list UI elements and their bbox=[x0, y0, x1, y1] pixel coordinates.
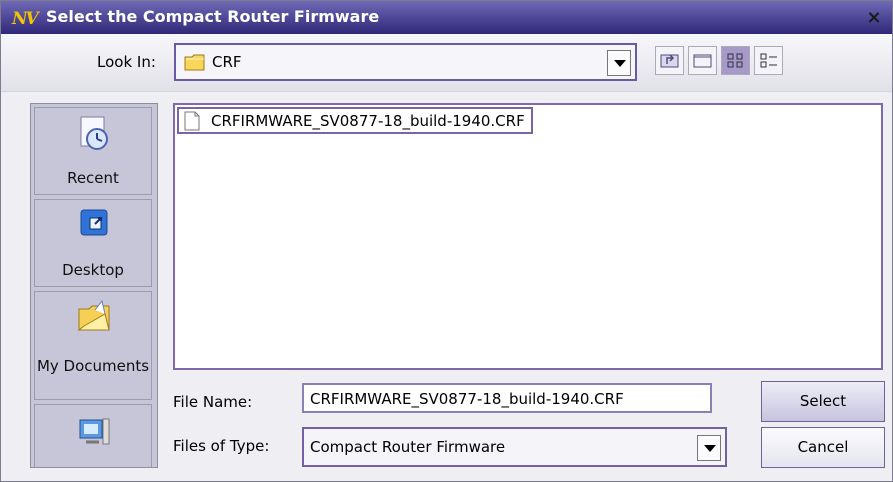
up-one-level-button[interactable] bbox=[655, 46, 684, 75]
up-one-level-icon bbox=[660, 54, 679, 68]
window-title: Select the Compact Router Firmware bbox=[46, 7, 380, 26]
file-type-label: Files of Type: bbox=[173, 437, 270, 455]
file-chooser-dialog: NV Select the Compact Router Firmware × … bbox=[0, 0, 893, 482]
place-desktop[interactable]: Desktop bbox=[34, 199, 152, 287]
place-label: Desktop bbox=[62, 261, 124, 279]
file-type-dropdown[interactable]: Compact Router Firmware bbox=[302, 427, 727, 467]
place-my-documents[interactable]: My Documents bbox=[34, 291, 152, 400]
file-row[interactable]: CRFIRMWARE_SV0877-18_build-1940.CRF bbox=[177, 107, 533, 134]
file-type-value: Compact Router Firmware bbox=[310, 438, 506, 456]
file-name: CRFIRMWARE_SV0877-18_build-1940.CRF bbox=[211, 111, 525, 130]
chevron-down-icon[interactable] bbox=[697, 435, 721, 461]
look-in-label: Look In: bbox=[97, 53, 156, 71]
create-new-folder-button[interactable] bbox=[688, 46, 717, 75]
chevron-down-icon[interactable] bbox=[607, 50, 631, 76]
file-name-value: CRFIRMWARE_SV0877-18_build-1940.CRF bbox=[310, 390, 624, 408]
place-label: Recent bbox=[67, 169, 119, 187]
my-documents-icon bbox=[77, 299, 110, 331]
title-bar[interactable]: NV Select the Compact Router Firmware × bbox=[1, 1, 892, 34]
file-list[interactable]: CRFIRMWARE_SV0877-18_build-1940.CRF bbox=[173, 103, 883, 370]
list-view-button[interactable] bbox=[721, 46, 750, 75]
desktop-icon bbox=[80, 209, 108, 236]
computer-icon bbox=[79, 418, 110, 445]
file-icon bbox=[184, 111, 200, 130]
details-view-icon bbox=[760, 53, 777, 68]
folder-icon bbox=[184, 54, 205, 71]
file-name-label: File Name: bbox=[173, 393, 253, 411]
look-in-dropdown[interactable]: CRF bbox=[174, 43, 637, 81]
select-button[interactable]: Select bbox=[761, 381, 885, 422]
file-name-field[interactable]: CRFIRMWARE_SV0877-18_build-1940.CRF bbox=[302, 383, 712, 413]
places-bar: Recent Desktop My Documents bbox=[30, 103, 158, 468]
list-view-icon bbox=[727, 53, 743, 68]
look-in-value: CRF bbox=[212, 53, 242, 71]
app-logo: NV bbox=[12, 9, 39, 29]
place-label: My Documents bbox=[36, 357, 150, 375]
place-recent[interactable]: Recent bbox=[34, 107, 152, 195]
place-my-computer[interactable] bbox=[34, 404, 152, 467]
cancel-button[interactable]: Cancel bbox=[761, 427, 885, 468]
close-button[interactable]: × bbox=[863, 8, 885, 28]
create-new-folder-icon bbox=[693, 54, 712, 68]
recent-icon bbox=[80, 116, 108, 150]
look-in-toolbar: Look In: CRF bbox=[1, 34, 892, 92]
details-view-button[interactable] bbox=[754, 46, 783, 75]
